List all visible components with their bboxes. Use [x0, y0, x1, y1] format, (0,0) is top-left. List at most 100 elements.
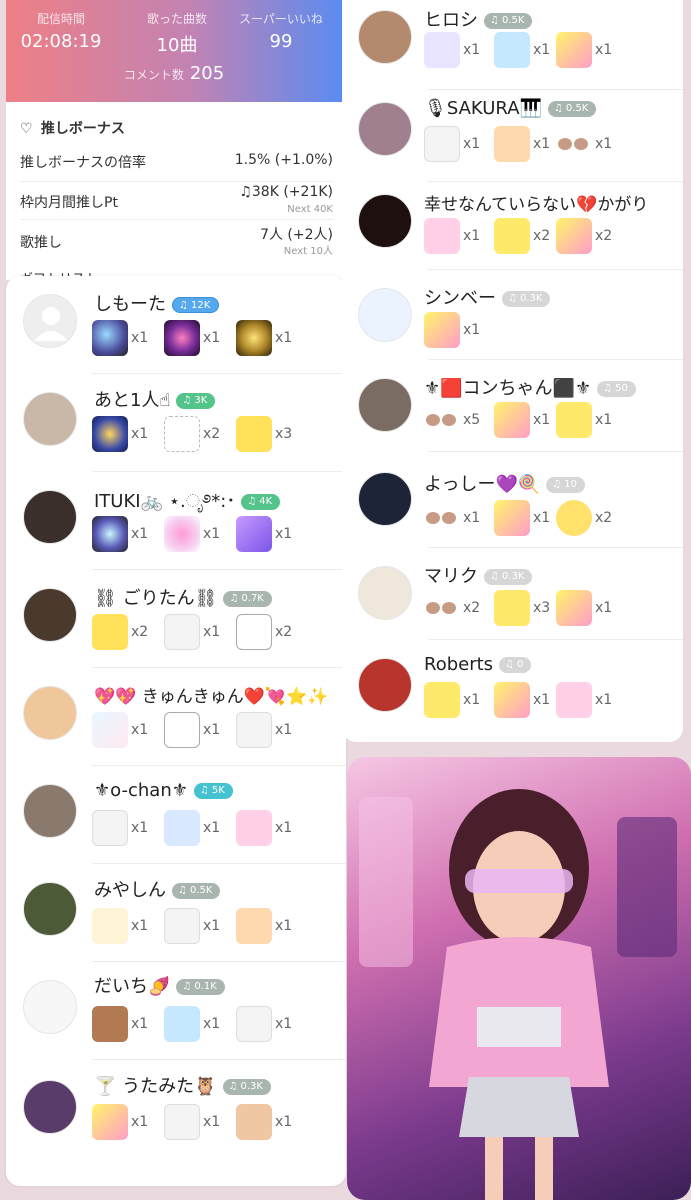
likes-value: 99 — [269, 31, 293, 52]
gift-sticker-icon — [92, 712, 128, 748]
list-item[interactable]: あと1人☝ ♫ 3K x1 x2 x3 — [6, 374, 346, 472]
avatar[interactable] — [358, 288, 412, 342]
gift-item: x1 — [556, 682, 612, 718]
points-badge: ♫ 0.3K — [502, 291, 551, 307]
gift-item: x3 — [494, 590, 550, 626]
points-badge: ♫ 10 — [546, 477, 585, 493]
comments-value: 205 — [189, 63, 225, 84]
avatar[interactable] — [23, 882, 77, 936]
gift-list-right[interactable]: ヒロシ ♫ 0.5K x1 x1 x1 🎙SAKURA🎹 ♫ 0.5K x1 x1 x1… — [342, 0, 683, 742]
username: 🍸 うたみた🦉 ♫ 0.3K — [94, 1072, 271, 1098]
list-item[interactable]: ⚜o-chan⚜ ♫ 5K x1 x1 x1 — [6, 766, 346, 864]
avatar[interactable] — [358, 194, 412, 248]
gift-item: x1 — [556, 32, 612, 68]
gift-sticker-icon — [556, 682, 592, 718]
gift-item: x1 — [92, 320, 148, 356]
list-item[interactable]: しもーた ♫ 12K x1 x1 x1 — [6, 276, 346, 374]
gift-item: x1 — [424, 500, 480, 536]
list-item[interactable]: マリク ♫ 0.3K x2 x3 x1 — [342, 548, 683, 640]
clapping-hands-icon — [556, 402, 592, 438]
gift-sticker-icon — [92, 614, 128, 650]
character-illustration-art — [359, 789, 677, 1200]
list-item[interactable]: だいち🍠 ♫ 0.1K x1 x1 x1 — [6, 962, 346, 1060]
gift-sticker-icon — [164, 516, 200, 552]
list-item[interactable]: 🎙SAKURA🎹 ♫ 0.5K x1 x1 x1 — [342, 90, 683, 182]
gift-item: x2 — [556, 500, 612, 536]
gift-item: x1 — [236, 516, 292, 552]
bonus-heart-icon: ♡ — [20, 121, 33, 137]
avatar[interactable] — [358, 102, 412, 156]
gift-item: x1 — [92, 712, 148, 748]
avatar[interactable] — [358, 10, 412, 64]
gift-sticker-icon — [92, 1006, 128, 1042]
avatar[interactable] — [23, 784, 77, 838]
list-item[interactable]: Roberts ♫ 0 x1 x1 x1 — [342, 640, 683, 732]
points-badge: ♫ 0.5K — [172, 883, 221, 899]
gift-item: x1 — [164, 614, 220, 650]
list-item[interactable]: シンベー ♫ 0.3K x1 — [342, 270, 683, 360]
songs-value: 10曲 — [156, 35, 198, 56]
gift-item: x2 — [424, 590, 480, 626]
gift-sticker-icon — [236, 712, 272, 748]
avatar[interactable] — [23, 686, 77, 740]
gift-item: x1 — [494, 682, 550, 718]
clapping-hands-icon — [494, 218, 530, 254]
bonus-pt-next: Next 40K — [287, 204, 333, 215]
username: よっしー💜🍭 ♫ 10 — [424, 470, 585, 496]
stat-duration: 配信時間 02:08:19 — [6, 10, 116, 52]
gift-item: x1 — [164, 516, 220, 552]
gift-sticker-icon — [164, 908, 200, 944]
username: 幸せなんていらない💔かがり — [424, 195, 649, 215]
gift-item: x1 — [236, 908, 292, 944]
avatar[interactable] — [358, 566, 412, 620]
bonus-panel: ♡ 推しボーナス 推しボーナスの倍率 1.5% (+1.0%) 枠内月間推しPt… — [6, 102, 342, 287]
username: マリク ♫ 0.3K — [424, 562, 533, 588]
bonus-pt-row: 枠内月間推しPt ♫38K (+21K) Next 40K — [20, 184, 333, 220]
list-item[interactable]: ITUKI🚲 ⋆.ೃ࿔*:･ ♫ 4K x1 x1 x1 — [6, 472, 346, 570]
avatar[interactable] — [23, 392, 77, 446]
list-item[interactable]: 幸せなんていらない💔かがり x1 x2 x2 — [342, 182, 683, 270]
gift-item: x2 — [494, 218, 550, 254]
gift-sticker-icon — [92, 908, 128, 944]
gift-sticker-icon — [164, 320, 200, 356]
avatar[interactable] — [23, 1080, 77, 1134]
username: みやしん ♫ 0.5K — [94, 876, 221, 902]
character-illustration — [347, 757, 691, 1200]
gift-sticker-icon — [556, 218, 592, 254]
bonus-rate-row: 推しボーナスの倍率 1.5% (+1.0%) — [20, 152, 333, 182]
duration-value: 02:08:19 — [20, 31, 102, 52]
gift-sticker-icon — [164, 416, 200, 452]
clapping-hands-icon — [424, 682, 460, 718]
gift-list-left[interactable]: しもーた ♫ 12K x1 x1 x1 あと1人☝ ♫ 3K x1 x2 x3 ITUK… — [6, 276, 346, 1186]
list-item[interactable]: みやしん ♫ 0.5K x1 x1 x1 — [6, 864, 346, 962]
hearts-icon — [556, 126, 592, 162]
gift-item: x1 — [92, 416, 148, 452]
bonus-title-text: 推しボーナス — [40, 121, 125, 137]
list-item[interactable]: ヒロシ ♫ 0.5K x1 x1 x1 — [342, 0, 683, 90]
gift-sticker-icon — [236, 810, 272, 846]
avatar[interactable] — [358, 658, 412, 712]
gift-item: x2 — [164, 416, 220, 452]
username: だいち🍠 ♫ 0.1K — [94, 972, 225, 998]
list-item[interactable]: ⚜🟥コンちゃん⬛⚜ ♫ 50 x5 x1 x1 — [342, 360, 683, 452]
gift-item: x1 — [236, 810, 292, 846]
username: ⚜o-chan⚜ ♫ 5K — [94, 780, 233, 801]
gift-sticker-icon — [164, 1104, 200, 1140]
list-item[interactable]: 🍸 うたみた🦉 ♫ 0.3K x1 x1 x1 — [6, 1060, 346, 1170]
list-item[interactable]: よっしー💜🍭 ♫ 10 x1 x1 x2 — [342, 452, 683, 548]
gift-item: x1 — [556, 126, 612, 162]
gift-sticker-icon — [494, 126, 530, 162]
gift-item: x1 — [92, 1006, 148, 1042]
avatar[interactable] — [358, 378, 412, 432]
avatar[interactable] — [23, 294, 77, 348]
avatar[interactable] — [23, 588, 77, 642]
default-user-icon — [34, 307, 68, 341]
avatar[interactable] — [23, 980, 77, 1034]
gift-item: x1 — [164, 712, 220, 748]
list-item[interactable]: ⛓ ごりたん⛓ ♫ 0.7K x2 x1 x2 — [6, 570, 346, 668]
avatar[interactable] — [23, 490, 77, 544]
list-item[interactable]: 💖💖 きゅんきゅん❤️💘⭐✨ x1 x1 x1 — [6, 668, 346, 766]
avatar[interactable] — [358, 472, 412, 526]
gift-sticker-icon — [494, 402, 530, 438]
points-badge: ♫ 5K — [193, 783, 233, 799]
